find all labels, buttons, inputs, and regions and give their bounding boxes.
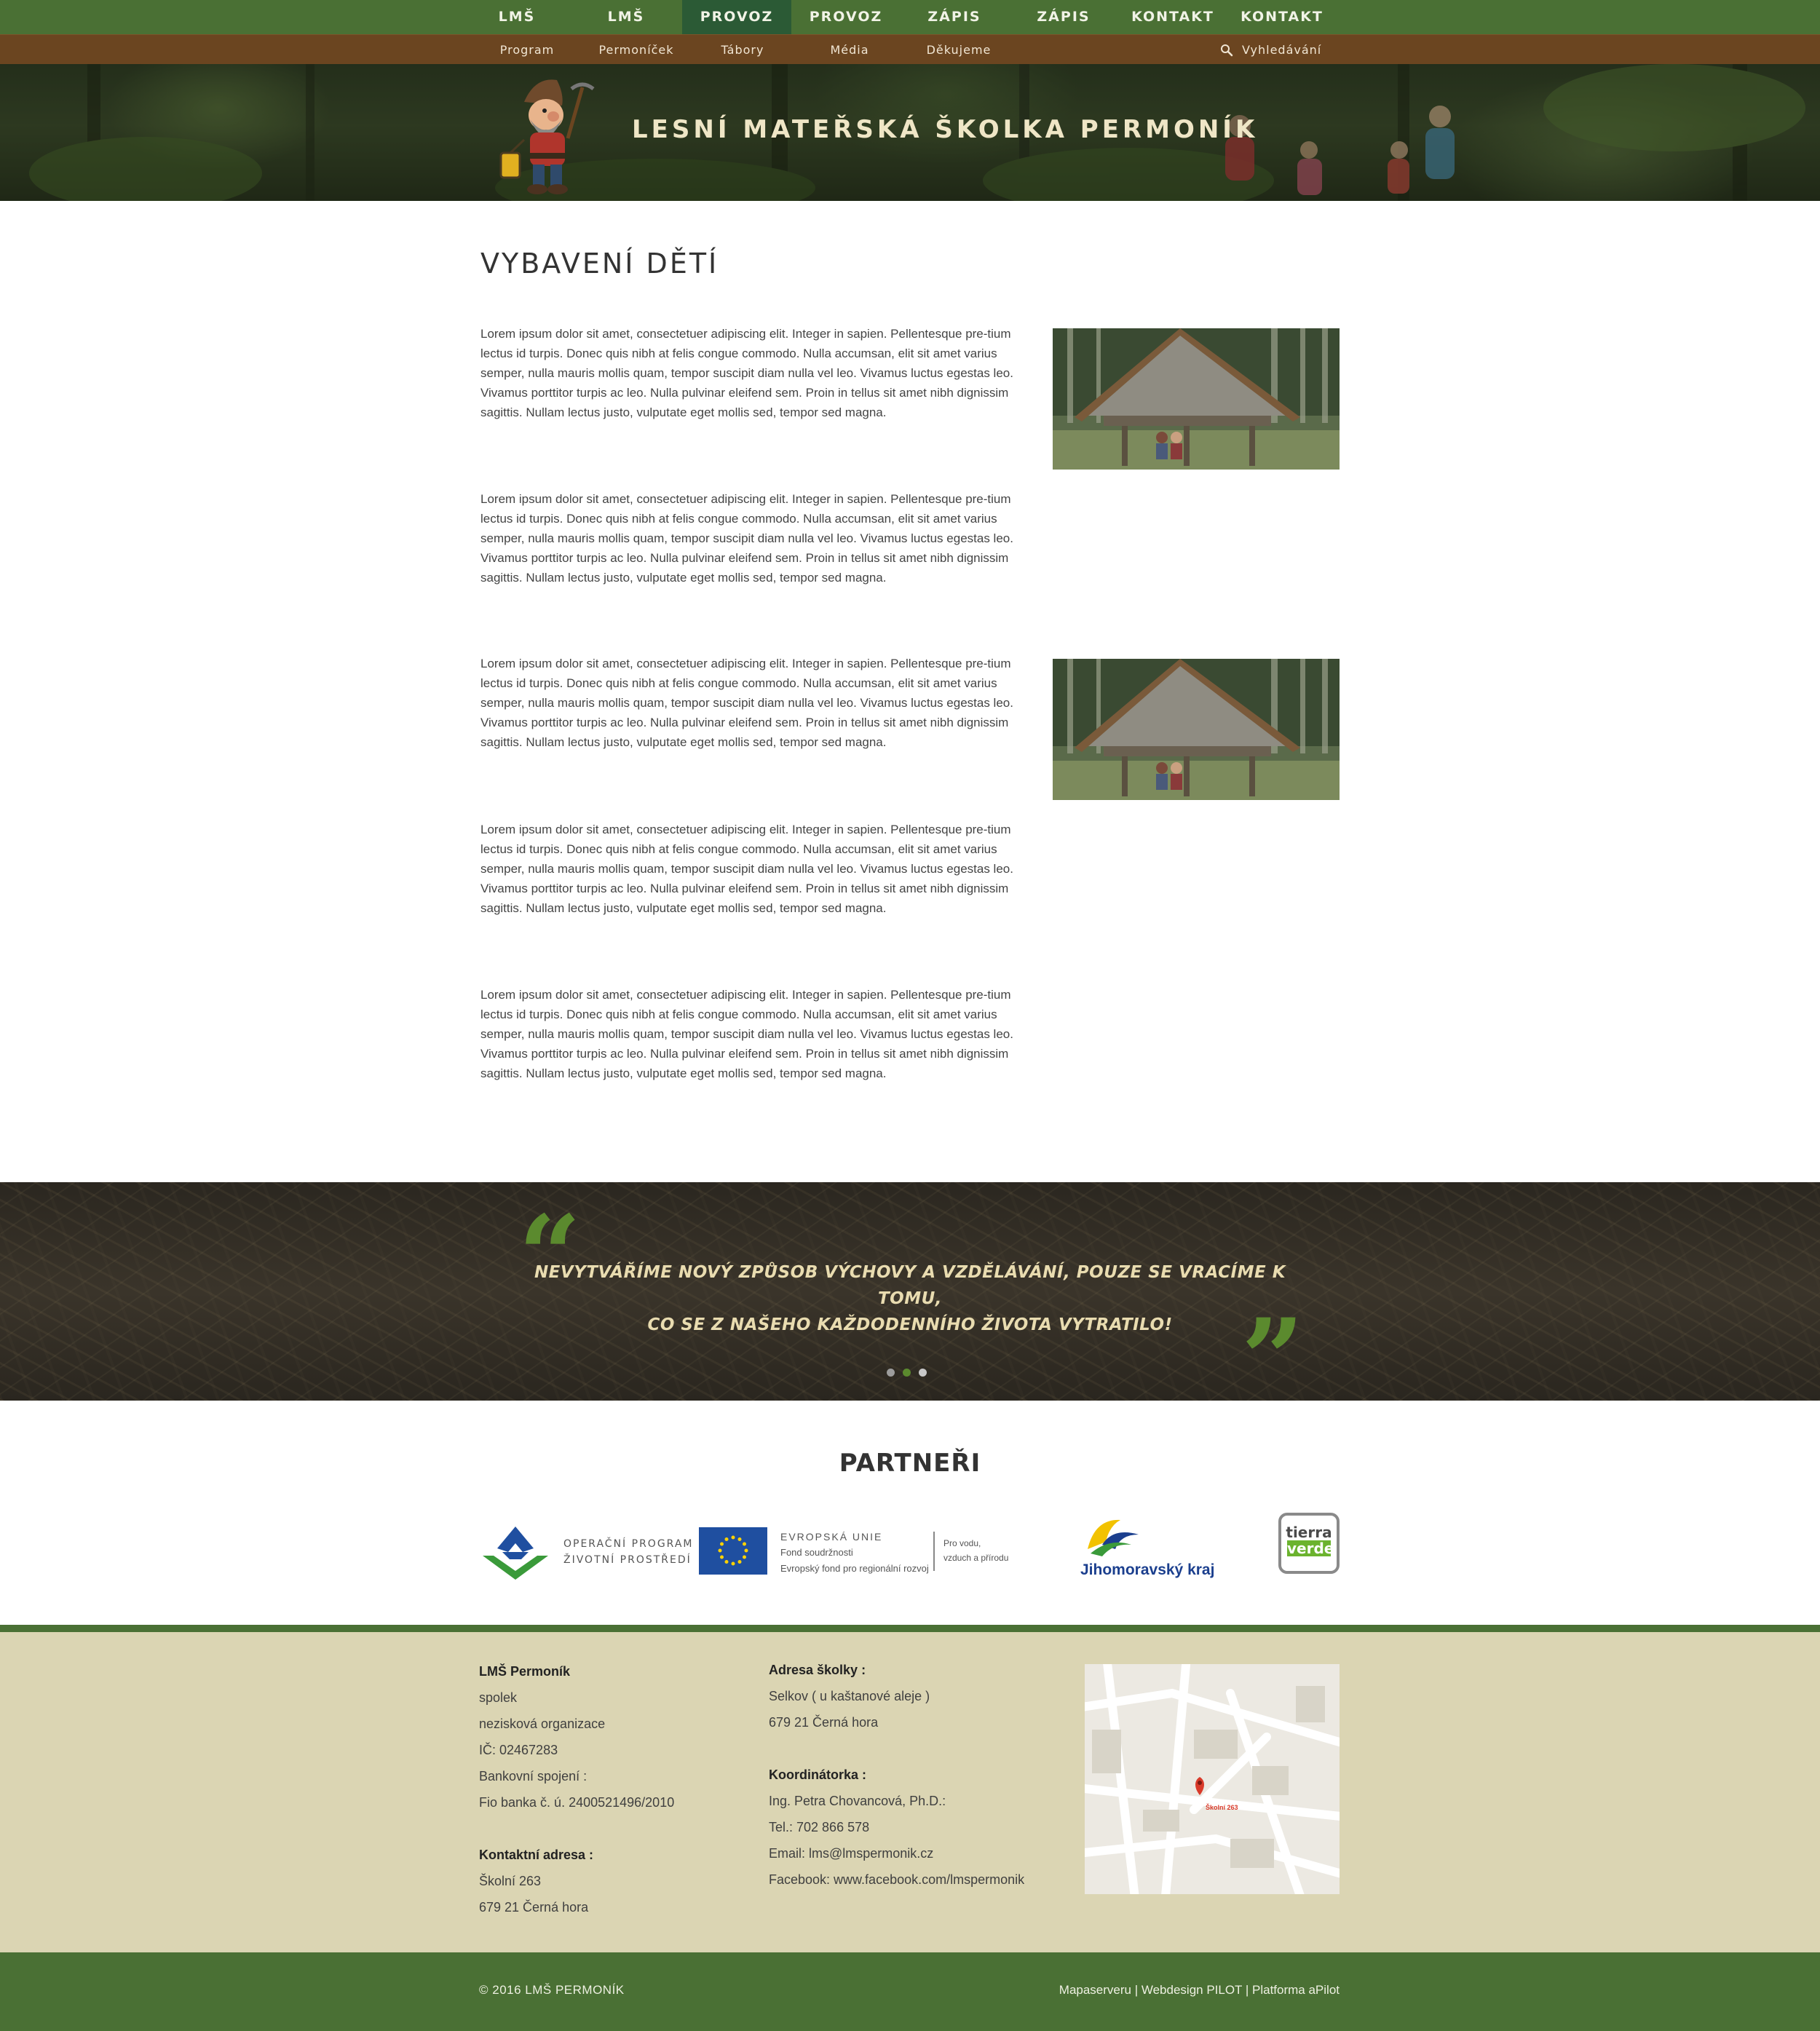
content-paragraph: Lorem ipsum dolor sit amet, consectetuer… [480, 988, 1013, 1080]
op-zp-logo[interactable] [479, 1523, 552, 1581]
copyright-text: © 2016 LMŠ PERMONÍK [479, 1983, 625, 1997]
main-navigation: LMŠ LMŠ PROVOZ PROVOZ ZÁPIS ZÁPIS KONTAK… [0, 0, 1820, 34]
subnav-item-program[interactable]: Program [472, 35, 582, 65]
slider-dot[interactable] [887, 1369, 895, 1377]
jmk-text: Jihomoravský kraj [1080, 1561, 1215, 1578]
jmk-logo[interactable] [1080, 1513, 1146, 1559]
coordinator-heading: Koordinátorka : [769, 1767, 867, 1782]
content-paragraph: Lorem ipsum dolor sit amet, consectetuer… [480, 657, 1013, 749]
partners-title: PARTNEŘI [839, 1449, 981, 1478]
org-line: IČ: 02467283 [479, 1743, 558, 1757]
gnome-mascot-logo[interactable] [495, 73, 597, 211]
org-line: spolek [479, 1690, 518, 1705]
nav-item-provoz-2[interactable]: PROVOZ [791, 0, 901, 34]
nav-item-provoz-active[interactable]: PROVOZ [682, 0, 791, 34]
quote-line: NEVYTVÁŘÍME NOVÝ ZPŮSOB VÝCHOVY A VZDĚLÁ… [534, 1263, 1286, 1308]
subnav-item-media[interactable]: Média [795, 35, 904, 65]
slider-dot[interactable] [919, 1369, 927, 1377]
coordinator-facebook[interactable]: Facebook: www.facebook.com/lmspermonik [769, 1866, 1024, 1893]
site-title[interactable]: LESNÍ MATEŘSKÁ ŠKOLKA PERMONÍK [632, 115, 1258, 144]
header-banner: LESNÍ MATEŘSKÁ ŠKOLKA PERMONÍK [0, 64, 1820, 201]
tierra-word: tierra [1286, 1524, 1332, 1541]
eu-line: Evropský fond pro regionální rozvoj [780, 1563, 929, 1574]
footer-col-address: Adresa školky : Selkov ( u kaštanové ale… [769, 1657, 1024, 1893]
subnav-item-tabory[interactable]: Tábory [688, 35, 797, 65]
page-title: VYBAVENÍ DĚTÍ [480, 248, 719, 280]
footer-stripe [0, 1625, 1820, 1632]
slider-dot-active[interactable] [903, 1369, 911, 1377]
eu-flag-logo[interactable] [699, 1527, 767, 1575]
op-line: OPERAČNÍ PROGRAM [563, 1538, 694, 1550]
map-pin-label: Školní 263 [1206, 1803, 1238, 1811]
op-line: ŽIVOTNÍ PROSTŘEDÍ [563, 1554, 692, 1566]
location-map[interactable]: Školní 263 [1085, 1664, 1340, 1894]
coordinator-line: Ing. Petra Chovancová, Ph.D.: [769, 1794, 946, 1808]
contact-line: 679 21 Černá hora [479, 1900, 589, 1915]
eu-heading: EVROPSKÁ UNIE [780, 1531, 883, 1543]
content-paragraph: Lorem ipsum dolor sit amet, consectetuer… [480, 823, 1013, 915]
sub-navigation: Program Permoníček Tábory Média Děkujeme… [0, 34, 1820, 64]
address-heading: Adresa školky : [769, 1663, 866, 1677]
org-line: Bankovní spojení : [479, 1769, 587, 1783]
nav-item-lms-1[interactable]: LMŠ [462, 0, 571, 34]
verde-word: verde [1287, 1540, 1334, 1557]
eu-text: EVROPSKÁ UNIE Fond soudržnosti Evropský … [780, 1529, 929, 1577]
content-paragraph: Lorem ipsum dolor sit amet, consectetuer… [480, 327, 1013, 419]
footer-col-organization: LMŠ Permoník spolek nezisková organizace… [479, 1658, 674, 1920]
coordinator-email[interactable]: Email: lms@lmspermonik.cz [769, 1840, 1024, 1866]
org-line: Fio banka č. ú. 2400521496/2010 [479, 1795, 675, 1810]
subnav-item-dekujeme[interactable]: Děkujeme [904, 35, 1013, 65]
nav-item-kontakt-1[interactable]: KONTAKT [1118, 0, 1227, 34]
tierra-verde-logo[interactable]: tierra verde [1278, 1513, 1340, 1574]
nav-item-lms-2[interactable]: LMŠ [571, 0, 681, 34]
org-line: nezisková organizace [479, 1717, 606, 1731]
eu-divider [933, 1532, 935, 1571]
org-name: LMŠ Permoník [479, 1664, 571, 1679]
bottom-bar [0, 1952, 1820, 2031]
nav-item-kontakt-2[interactable]: KONTAKT [1227, 0, 1337, 34]
nav-item-zapis-2[interactable]: ZÁPIS [1009, 0, 1118, 34]
contact-line: Školní 263 [479, 1874, 542, 1888]
op-zp-text: OPERAČNÍ PROGRAM ŽIVOTNÍ PROSTŘEDÍ [563, 1536, 693, 1568]
quote-line: CO SE Z NAŠEHO KAŽDODENNÍHO ŽIVOTA VYTRA… [647, 1315, 1173, 1334]
eu-side-text: Pro vodu, vzduch a přírodu [943, 1536, 1008, 1565]
nav-item-zapis-1[interactable]: ZÁPIS [900, 0, 1009, 34]
address-line: 679 21 Černá hora [769, 1715, 879, 1730]
contact-heading: Kontaktní adresa : [479, 1848, 594, 1862]
forest-shelter-photo[interactable] [1053, 328, 1340, 470]
search-label: Vyhledávání [1242, 43, 1322, 57]
eu-side-line: vzduch a přírodu [943, 1553, 1009, 1563]
search-icon [1221, 44, 1233, 57]
coordinator-phone[interactable]: Tel.: 702 866 578 [769, 1814, 1024, 1840]
forest-shelter-photo[interactable] [1053, 659, 1340, 800]
eu-side-line: Pro vodu, [943, 1538, 981, 1548]
quote-text: NEVYTVÁŘÍME NOVÝ ZPŮSOB VÝCHOVY A VZDĚLÁ… [510, 1259, 1310, 1338]
address-line: Selkov ( u kaštanové aleje ) [769, 1689, 930, 1703]
subnav-item-permonicek[interactable]: Permoníček [582, 35, 691, 65]
credits-links[interactable]: Mapaserveru | Webdesign PILOT | Platform… [1047, 1983, 1340, 1998]
eu-line: Fond soudržnosti [780, 1547, 853, 1558]
content-paragraph: Lorem ipsum dolor sit amet, consectetuer… [480, 492, 1013, 585]
